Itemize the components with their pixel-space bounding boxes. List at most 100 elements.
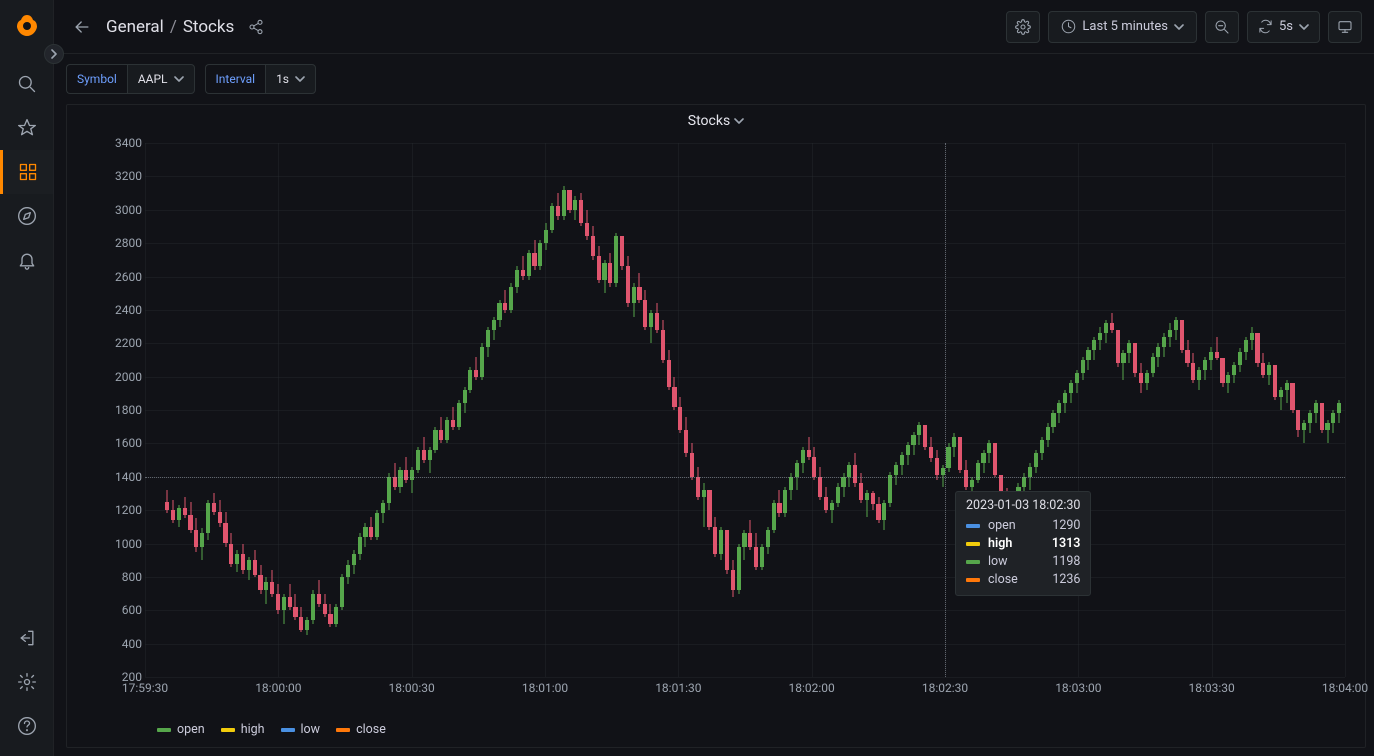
- legend-label: close: [356, 722, 386, 737]
- candle: [1016, 143, 1020, 677]
- nav-alerting[interactable]: [0, 238, 54, 282]
- candle: [393, 143, 397, 677]
- legend-item[interactable]: open: [157, 722, 205, 737]
- candle: [830, 143, 834, 677]
- candle: [346, 143, 350, 677]
- x-tick-label: 18:02:30: [922, 681, 968, 695]
- x-tick-label: 18:00:30: [389, 681, 435, 695]
- variable-interval-select[interactable]: 1s: [265, 64, 316, 94]
- y-tick-label: 400: [122, 637, 142, 651]
- candle: [1011, 143, 1015, 677]
- candle: [1325, 143, 1329, 677]
- candle: [1121, 143, 1125, 677]
- time-picker-button[interactable]: Last 5 minutes: [1048, 11, 1197, 43]
- candle: [871, 143, 875, 677]
- nav-dashboards[interactable]: [0, 150, 54, 194]
- candle: [999, 143, 1003, 677]
- dashboard-settings-button[interactable]: [1006, 11, 1040, 43]
- grafana-logo[interactable]: [13, 12, 41, 40]
- candle: [1174, 143, 1178, 677]
- candle: [696, 143, 700, 677]
- candle: [1209, 143, 1213, 677]
- tooltip-swatch: [966, 578, 980, 582]
- candle: [1273, 143, 1277, 677]
- variable-symbol-select[interactable]: AAPL: [127, 64, 195, 94]
- x-tick-label: 18:04:00: [1322, 681, 1368, 695]
- breadcrumb[interactable]: General / Stocks: [106, 17, 234, 37]
- candle: [946, 143, 950, 677]
- candle: [1244, 143, 1248, 677]
- nav-explore[interactable]: [0, 194, 54, 238]
- refresh-button[interactable]: 5s: [1247, 11, 1320, 43]
- legend-item[interactable]: close: [336, 722, 386, 737]
- candle: [637, 143, 641, 677]
- candle: [1203, 143, 1207, 677]
- candle: [1034, 143, 1038, 677]
- candle: [882, 143, 886, 677]
- tooltip-series-name: close: [988, 571, 1028, 589]
- tooltip-row: open 1290: [966, 517, 1080, 535]
- variable-interval-label: Interval: [205, 64, 266, 94]
- crosshair-horizontal: [145, 477, 1345, 478]
- y-tick-label: 2400: [115, 303, 142, 317]
- nav-search[interactable]: [0, 62, 54, 106]
- kiosk-mode-button[interactable]: [1328, 11, 1362, 43]
- nav-help[interactable]: [0, 704, 54, 748]
- candle: [632, 143, 636, 677]
- candle: [177, 143, 181, 677]
- y-axis: 2004006008001000120014001600180020002200…: [67, 143, 145, 677]
- candle: [655, 143, 659, 677]
- chart-plot-area[interactable]: 2023-01-03 18:02:30 open 1290 high 1313 …: [145, 143, 1345, 677]
- legend-swatch: [157, 728, 171, 732]
- nav-signin[interactable]: [0, 616, 54, 660]
- y-tick-label: 2600: [115, 270, 142, 284]
- candle: [1116, 143, 1120, 677]
- sidebar-expand-toggle[interactable]: [44, 44, 64, 64]
- candle: [369, 143, 373, 677]
- x-axis: 17:59:3018:00:0018:00:3018:01:0018:01:30…: [145, 679, 1345, 699]
- legend-item[interactable]: high: [221, 722, 265, 737]
- candle: [643, 143, 647, 677]
- candle: [1238, 143, 1242, 677]
- legend-item[interactable]: low: [281, 722, 321, 737]
- candle: [952, 143, 956, 677]
- candle: [445, 143, 449, 677]
- share-button[interactable]: [248, 19, 264, 35]
- chart-legend: open high low close: [157, 722, 386, 737]
- panel-title[interactable]: Stocks: [67, 105, 1365, 133]
- candle: [194, 143, 198, 677]
- tooltip-series-value: 1313: [1052, 535, 1081, 553]
- candle: [457, 143, 461, 677]
- nav-starred[interactable]: [0, 106, 54, 150]
- candle: [987, 143, 991, 677]
- candle: [888, 143, 892, 677]
- candle: [340, 143, 344, 677]
- candle: [1285, 143, 1289, 677]
- zoom-out-button[interactable]: [1205, 11, 1239, 43]
- candle: [188, 143, 192, 677]
- x-tick-label: 18:01:30: [655, 681, 701, 695]
- candle: [223, 143, 227, 677]
- candle: [1133, 143, 1137, 677]
- candle: [1145, 143, 1149, 677]
- candle: [398, 143, 402, 677]
- nav-sidebar: [0, 0, 54, 756]
- y-tick-label: 2200: [115, 336, 142, 350]
- tooltip-swatch: [966, 524, 980, 528]
- candle: [737, 143, 741, 677]
- candle: [509, 143, 513, 677]
- breadcrumb-dashboard[interactable]: Stocks: [183, 17, 234, 37]
- tooltip-series-name: open: [988, 517, 1028, 535]
- nav-settings[interactable]: [0, 660, 54, 704]
- candle: [235, 143, 239, 677]
- candle: [171, 143, 175, 677]
- back-button[interactable]: [66, 11, 98, 43]
- x-tick-label: 18:02:00: [789, 681, 835, 695]
- tooltip-swatch: [966, 542, 980, 546]
- candle: [713, 143, 717, 677]
- candle: [270, 143, 274, 677]
- breadcrumb-folder[interactable]: General: [106, 17, 164, 37]
- candle: [1279, 143, 1283, 677]
- candle: [165, 143, 169, 677]
- candle: [1057, 143, 1061, 677]
